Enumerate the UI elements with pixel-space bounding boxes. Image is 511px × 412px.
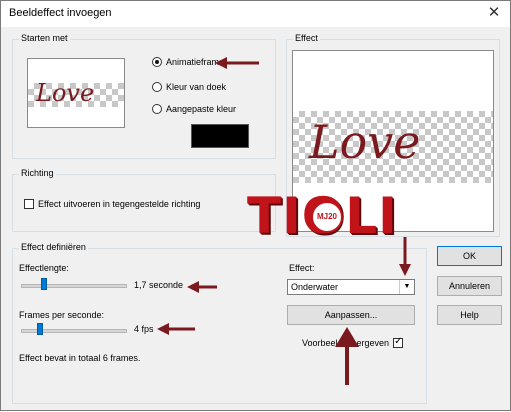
- fps-slider-thumb[interactable]: [37, 323, 43, 335]
- direction-group: Richting Effect uitvoeren in tegengestel…: [12, 168, 276, 232]
- length-slider-thumb[interactable]: [41, 278, 47, 290]
- reverse-checkbox-label: Effect uitvoeren in tegengestelde richti…: [38, 199, 201, 209]
- length-label: Effectlengte:: [19, 263, 69, 273]
- radio-aangepaste-kleur[interactable]: Aangepaste kleur: [152, 104, 236, 114]
- preview-checkbox-row[interactable]: Voorbeeld weergeven: [302, 336, 404, 348]
- start-group: Starten met Love Animatieframe Kleur van…: [12, 33, 276, 159]
- define-group: Effect definiëren Effectlengte: 1,7 seco…: [12, 242, 427, 404]
- watermark-badge-text: MJ20: [316, 212, 337, 221]
- title-bar[interactable]: Beeldeffect invoegen ✕: [1, 1, 510, 27]
- watermark-badge: MJ20: [311, 201, 343, 233]
- window-title: Beeldeffect invoegen: [9, 7, 112, 19]
- start-group-label: Starten met: [19, 33, 70, 43]
- frame-summary: Effect bevat in totaal 6 frames.: [19, 353, 141, 363]
- radio-aangepaste-kleur-control[interactable]: [152, 104, 162, 114]
- effect-preview-group-label: Effect: [293, 33, 320, 43]
- define-group-label: Effect definiëren: [19, 242, 88, 252]
- radio-aangepaste-kleur-label: Aangepaste kleur: [166, 104, 237, 114]
- close-icon[interactable]: ✕: [484, 4, 504, 22]
- preview-checkbox-label: Voorbeeld weergeven: [302, 338, 390, 348]
- direction-group-label: Richting: [19, 168, 56, 178]
- radio-kleur-van-doek-label: Kleur van doek: [166, 82, 227, 92]
- radio-kleur-van-doek-control[interactable]: [152, 82, 162, 92]
- radio-animatieframe-label: Animatieframe: [166, 57, 225, 67]
- customize-button[interactable]: Aanpassen...: [287, 305, 415, 325]
- effect-preview-text: Love: [309, 115, 421, 169]
- radio-kleur-van-doek[interactable]: Kleur van doek: [152, 82, 226, 92]
- radio-animatieframe-control[interactable]: [152, 57, 162, 67]
- help-button[interactable]: Help: [437, 305, 502, 325]
- cancel-button[interactable]: Annuleren: [437, 276, 502, 296]
- effect-label: Effect:: [289, 263, 315, 273]
- start-preview: Love: [27, 58, 125, 128]
- fps-label: Frames per seconde:: [19, 310, 105, 320]
- chevron-down-icon[interactable]: ▼: [399, 280, 414, 294]
- fps-value: 4 fps: [134, 324, 154, 334]
- ok-button[interactable]: OK: [437, 246, 502, 266]
- effect-select[interactable]: Onderwater ▼: [287, 279, 415, 295]
- dialog-window: Beeldeffect invoegen ✕ Starten met Love …: [0, 0, 511, 411]
- watermark: TIOLI MJ20: [247, 187, 415, 247]
- effect-select-value: Onderwater: [291, 282, 339, 292]
- length-slider-track[interactable]: [21, 284, 127, 288]
- radio-animatieframe[interactable]: Animatieframe: [152, 57, 224, 67]
- reverse-checkbox[interactable]: [24, 199, 34, 209]
- start-preview-text: Love: [36, 79, 95, 107]
- reverse-checkbox-row[interactable]: Effect uitvoeren in tegengestelde richti…: [24, 199, 200, 209]
- length-value: 1,7 seconde: [134, 280, 184, 290]
- custom-color-swatch[interactable]: [191, 124, 249, 148]
- preview-checkbox[interactable]: [393, 336, 404, 348]
